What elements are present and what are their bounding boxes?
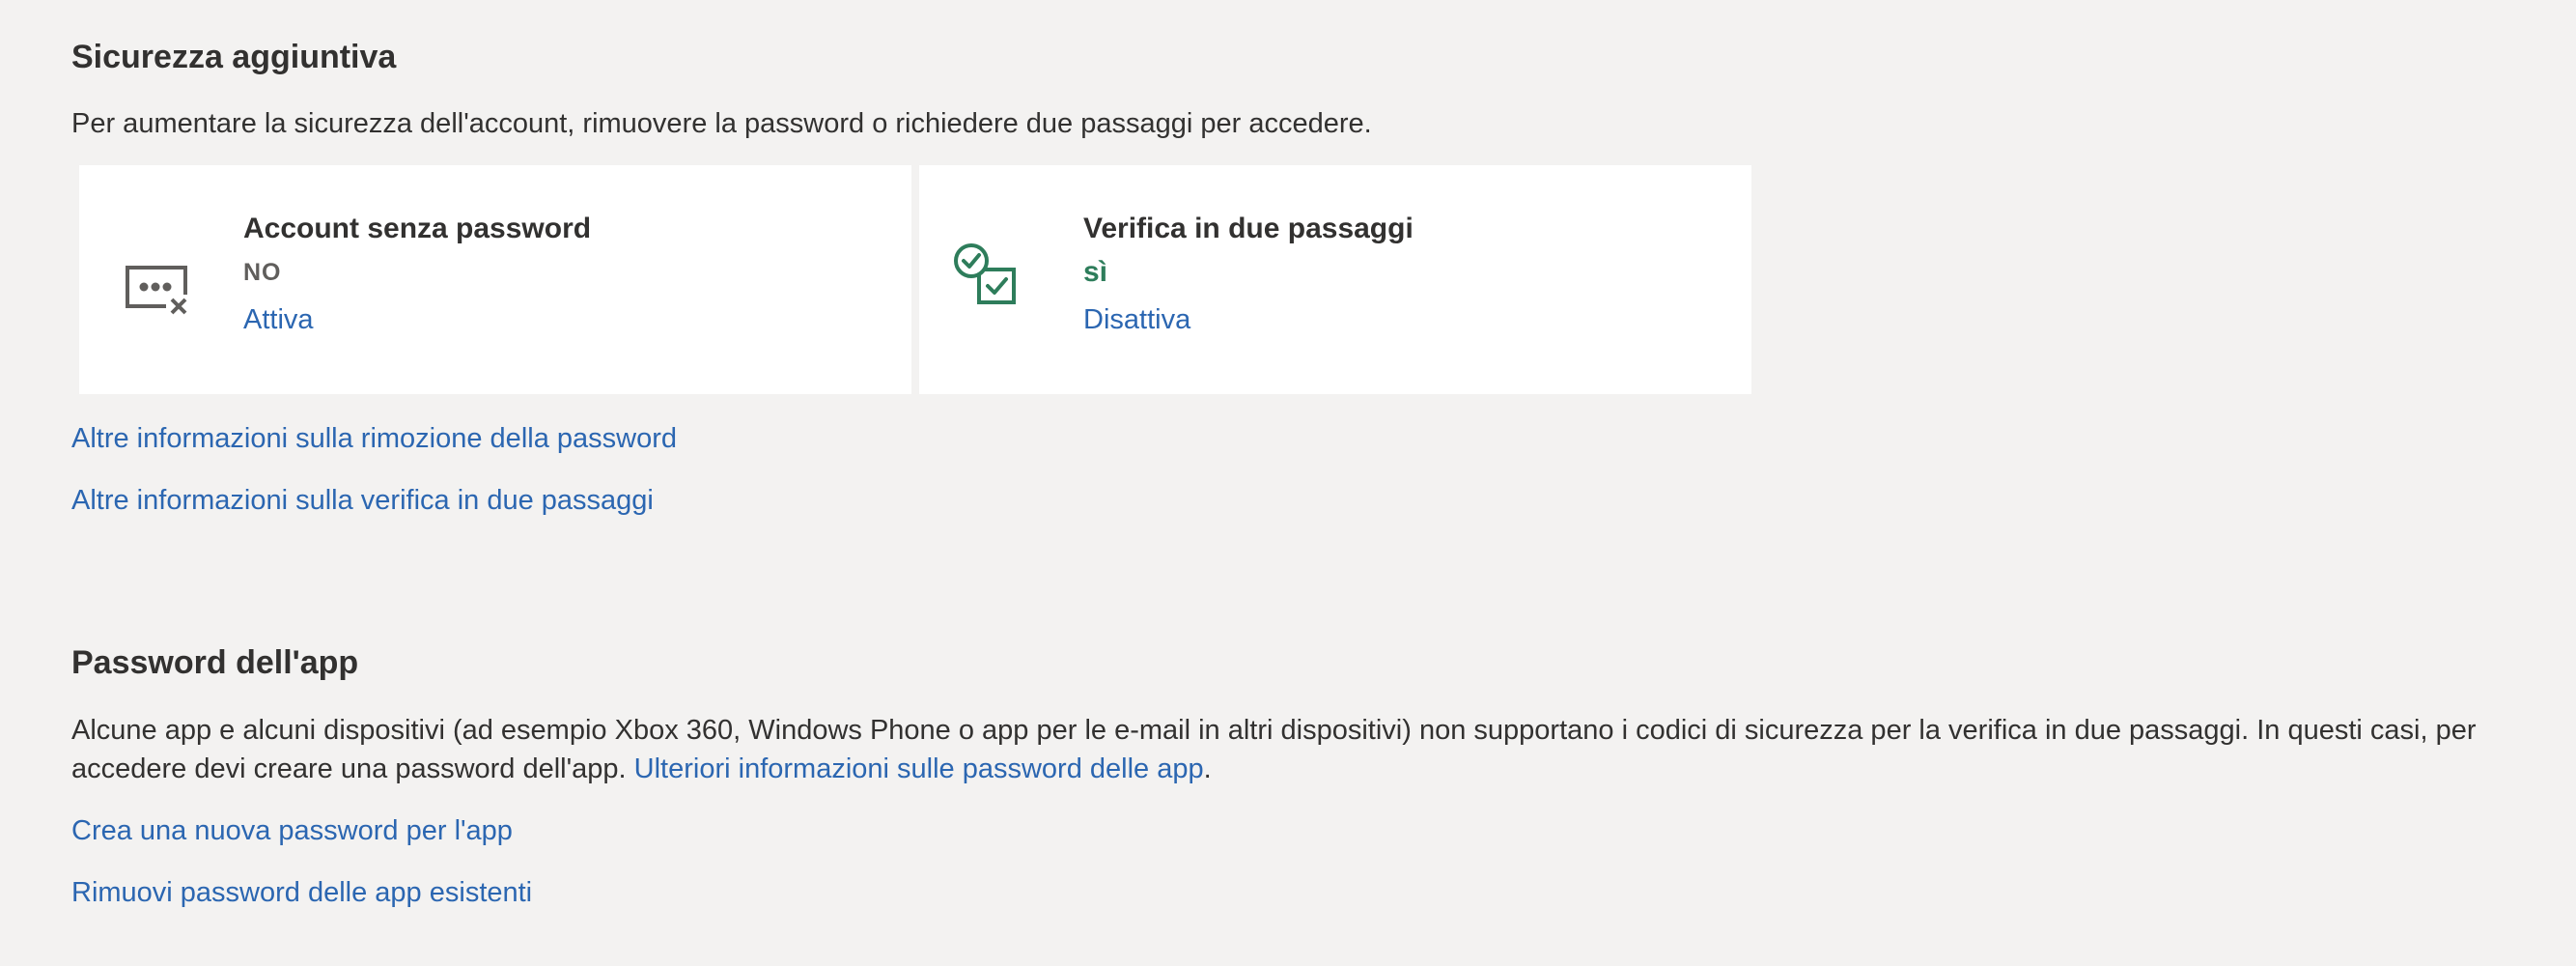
passwordless-status: NO <box>243 259 282 286</box>
app-passwords-more-info-link[interactable]: Ulteriori informazioni sulle password de… <box>634 753 1204 784</box>
security-cards: Account senza password NO Attiva Verific… <box>79 165 1751 394</box>
additional-security-description: Per aumentare la sicurezza dell'account,… <box>71 108 1372 139</box>
two-step-card-title: Verifica in due passaggi <box>1083 213 1414 244</box>
two-step-info-link[interactable]: Altre informazioni sulla verifica in due… <box>71 481 654 520</box>
passwordless-card-body: Account senza password NO Attiva <box>243 210 591 339</box>
two-step-status: sì <box>1083 256 1108 288</box>
two-step-verification-icon <box>954 243 1016 304</box>
app-passwords-description-text: Alcune app e alcuni dispositivi (ad esem… <box>71 715 2477 784</box>
additional-security-heading: Sicurezza aggiuntiva <box>71 39 397 75</box>
two-step-verification-card: Verifica in due passaggi sì Disattiva <box>919 165 1751 394</box>
passwordless-card-title: Account senza password <box>243 213 592 244</box>
two-step-disable-link[interactable]: Disattiva <box>1083 300 1190 339</box>
remove-password-info-link[interactable]: Altre informazioni sulla rimozione della… <box>71 419 677 458</box>
remove-app-passwords-link[interactable]: Rimuovi password delle app esistenti <box>71 873 532 912</box>
create-app-password-link[interactable]: Crea una nuova password per l'app <box>71 811 513 850</box>
passwordless-icon <box>126 266 191 318</box>
app-passwords-heading: Password dell'app <box>71 644 359 681</box>
app-passwords-description-suffix: . <box>1203 753 1212 784</box>
passwordless-account-card: Account senza password NO Attiva <box>79 165 911 394</box>
app-passwords-description: Alcune app e alcuni dispositivi (ad esem… <box>71 711 2543 788</box>
passwordless-enable-link[interactable]: Attiva <box>243 300 314 339</box>
two-step-card-body: Verifica in due passaggi sì Disattiva <box>1083 210 1414 339</box>
